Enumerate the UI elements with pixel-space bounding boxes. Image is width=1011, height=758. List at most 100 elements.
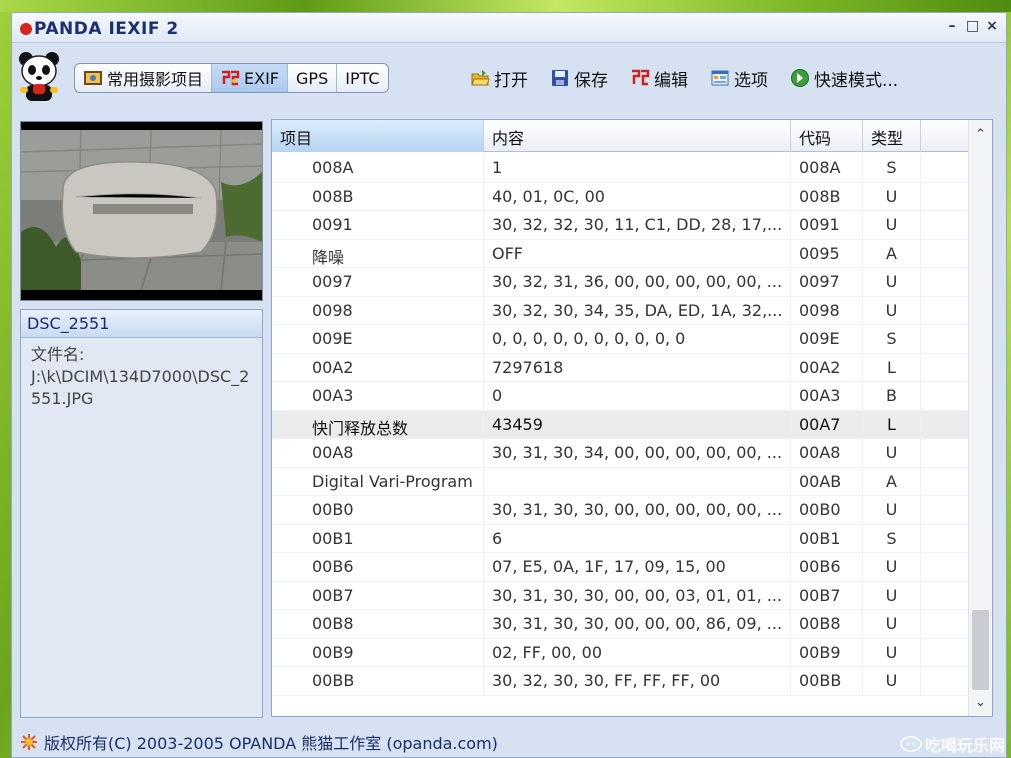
cell-type: U [863, 553, 921, 581]
edit-button[interactable]: 编辑 [630, 66, 688, 91]
open-button[interactable]: 打开 [470, 66, 528, 91]
table-row[interactable]: 00B8 30, 31, 30, 30, 00, 00, 00, 86, 09, … [272, 610, 969, 639]
tab-exif[interactable]: EXIF [212, 64, 289, 92]
table-row[interactable]: 00B6 07, E5, 0A, 1F, 17, 09, 15, 00 00B6 U [272, 553, 969, 582]
cell-code: 00A7 [791, 410, 863, 439]
table-row[interactable]: 快门释放总数 43459 00A7 L [272, 410, 969, 439]
options-label: 选项 [734, 70, 768, 91]
cell-type: U [863, 496, 921, 524]
table-row[interactable]: 0091 30, 32, 32, 30, 11, C1, DD, 28, 17,.… [272, 211, 969, 240]
cell-content: 0 [484, 382, 791, 410]
column-item[interactable]: 项目 [272, 120, 484, 152]
cell-extra [921, 638, 969, 667]
cell-code: 00BB [791, 667, 863, 695]
cell-type: S [863, 154, 921, 182]
photo-preview[interactable] [20, 121, 263, 301]
title-bar[interactable]: PANDA IEXIF 2 – □ × [12, 13, 1006, 43]
cell-code: 00B0 [791, 496, 863, 524]
cell-extra [921, 610, 969, 638]
file-info-panel: DSC_2551 文件名: J:\k\DCIM\134D7000\DSC_255… [20, 309, 263, 718]
table-row[interactable]: 009E 0, 0, 0, 0, 0, 0, 0, 0, 0, 0 009E S [272, 325, 969, 354]
scroll-thumb[interactable] [972, 610, 989, 690]
cell-extra [921, 553, 969, 581]
table-body: 008A 1 008A S 008B 40, 01, 0C, 00 008B U 0091 30,… [272, 154, 969, 696]
cell-extra [921, 239, 969, 268]
minimize-button[interactable]: – [946, 18, 958, 34]
table-row[interactable]: 0098 30, 32, 30, 34, 35, DA, ED, 1A, 32,.… [272, 296, 969, 325]
cell-type: S [863, 524, 921, 553]
cell-type: U [863, 296, 921, 325]
quick-mode-button[interactable]: 快速模式... [790, 66, 898, 91]
cell-extra [921, 182, 969, 211]
cell-code: 00AB [791, 467, 863, 496]
tab-common-photo[interactable]: 常用摄影项目 [75, 64, 213, 92]
cell-extra [921, 439, 969, 467]
table-row[interactable]: 00A3 0 00A3 B [272, 382, 969, 411]
cell-code: 008A [791, 154, 863, 182]
column-content[interactable]: 内容 [484, 120, 791, 152]
cell-item: 008A [272, 154, 484, 182]
file-name-label: 文件名: [31, 345, 85, 364]
desktop-background [0, 0, 1011, 12]
table-row[interactable]: Digital Vari-Program 00AB A [272, 467, 969, 496]
options-button[interactable]: 选项 [710, 66, 768, 91]
column-type[interactable]: 类型 [863, 120, 921, 152]
cell-type: U [863, 182, 921, 211]
cell-code: 00B1 [791, 524, 863, 553]
cell-extra [921, 211, 969, 239]
cell-extra [921, 496, 969, 524]
cell-item: 降噪 [272, 239, 484, 268]
cell-content: 30, 31, 30, 30, 00, 00, 03, 01, 01, ... [484, 581, 791, 610]
close-button[interactable]: × [986, 18, 998, 34]
cell-type: A [863, 467, 921, 496]
cell-code: 00B8 [791, 610, 863, 638]
vertical-scrollbar[interactable]: ⌃ ⌄ [968, 120, 992, 716]
cell-extra [921, 296, 969, 325]
cell-item: 009E [272, 325, 484, 353]
cell-item: 快门释放总数 [272, 410, 484, 439]
cell-content: 0, 0, 0, 0, 0, 0, 0, 0, 0, 0 [484, 325, 791, 353]
table-row[interactable]: 00B0 30, 31, 30, 30, 00, 00, 00, 00, 00, … [272, 496, 969, 525]
table-row[interactable]: 00B7 30, 31, 30, 30, 00, 00, 03, 01, 01, … [272, 581, 969, 610]
table-row[interactable]: 降噪 OFF 0095 A [272, 239, 969, 268]
maximize-button[interactable]: □ [966, 18, 979, 34]
view-tabs: 常用摄影项目 EXIF GPS IPTC [74, 63, 389, 93]
cell-content: 43459 [484, 410, 791, 439]
watermark-logo-icon [900, 736, 922, 752]
table-row[interactable]: 008A 1 008A S [272, 154, 969, 183]
cell-content: 40, 01, 0C, 00 [484, 182, 791, 211]
cell-code: 00A2 [791, 353, 863, 382]
scroll-down-icon[interactable]: ⌄ [969, 692, 992, 714]
table-row[interactable]: 00A8 30, 31, 30, 34, 00, 00, 00, 00, 00, … [272, 439, 969, 468]
quick-mode-label: 快速模式... [814, 70, 899, 91]
table-row[interactable]: 00B1 6 00B1 S [272, 524, 969, 553]
table-row[interactable]: 00BB 30, 32, 30, 30, FF, FF, FF, 00 00BB U [272, 667, 969, 696]
action-bar: 打开 保存 编辑 选项 快速模式... [470, 63, 920, 93]
table-row[interactable]: 008B 40, 01, 0C, 00 008B U [272, 182, 969, 211]
cell-code: 0091 [791, 211, 863, 239]
table-row[interactable]: 00A2 7297618 00A2 L [272, 353, 969, 382]
file-name-title: DSC_2551 [21, 310, 262, 338]
cell-item: 008B [272, 182, 484, 211]
save-button[interactable]: 保存 [550, 66, 608, 91]
status-bar: 版权所有(C) 2003-2005 OPANDA 熊猫工作室 (opanda.c… [12, 725, 1006, 758]
cell-code: 00B6 [791, 553, 863, 581]
cell-extra [921, 353, 969, 382]
tab-iptc[interactable]: IPTC [337, 64, 387, 92]
photo-thumbnail [20, 122, 263, 300]
column-code[interactable]: 代码 [791, 120, 863, 152]
window-controls: – □ × [946, 18, 998, 34]
app-title-text: PANDA IEXIF 2 [34, 19, 179, 39]
scroll-up-icon[interactable]: ⌃ [969, 124, 992, 146]
cell-type: A [863, 239, 921, 268]
table-row[interactable]: 0097 30, 32, 31, 36, 00, 00, 00, 00, 00, … [272, 268, 969, 297]
save-label: 保存 [574, 70, 608, 91]
cell-item: 0091 [272, 211, 484, 239]
cell-type: L [863, 353, 921, 382]
tab-gps[interactable]: GPS [288, 64, 338, 92]
table-row[interactable]: 00B9 02, FF, 00, 00 00B9 U [272, 638, 969, 667]
cell-item: 0097 [272, 268, 484, 296]
tab-common-photo-label: 常用摄影项目 [107, 70, 204, 89]
quick-mode-icon [791, 69, 809, 87]
main-window: PANDA IEXIF 2 – □ × 常用摄影项目 EXIF GPS IPTC… [11, 12, 1007, 758]
